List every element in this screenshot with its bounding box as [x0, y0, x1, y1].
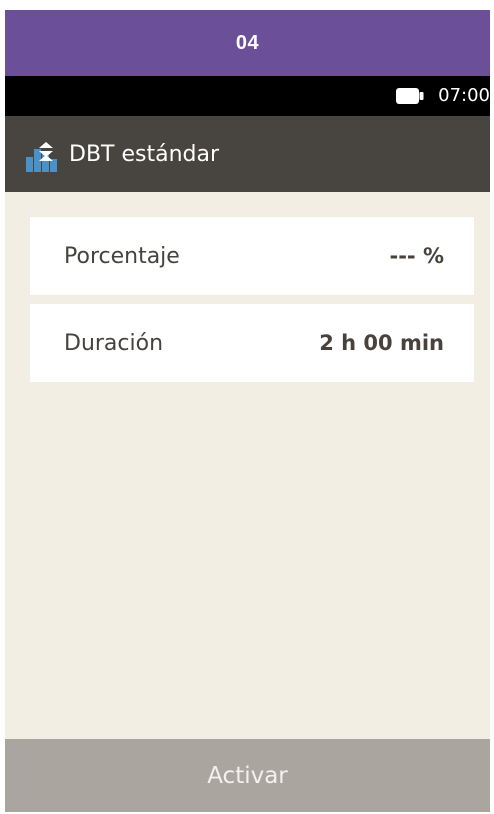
activate-button-label: Activar — [207, 762, 288, 789]
device-screen: 04 07:00 DBT estándar Porcentaje --- % D… — [5, 10, 490, 812]
setting-value: --- % — [389, 244, 445, 268]
setting-label: Porcentaje — [64, 243, 180, 269]
title-bar: DBT estándar — [5, 116, 490, 192]
setting-row-duration[interactable]: Duración 2 h 00 min — [30, 304, 474, 382]
clock: 07:00 — [438, 85, 490, 106]
setting-row-percentage[interactable]: Porcentaje --- % — [30, 217, 474, 295]
page-title: DBT estándar — [69, 142, 220, 167]
settings-list: Porcentaje --- % Duración 2 h 00 min — [30, 217, 474, 382]
basal-rate-icon — [26, 140, 58, 172]
setting-value: 2 h 00 min — [319, 331, 444, 355]
step-number: 04 — [235, 31, 260, 54]
status-bar: 07:00 — [5, 76, 490, 116]
step-header: 04 — [5, 10, 490, 76]
battery-full-icon — [395, 87, 425, 105]
activate-button[interactable]: Activar — [5, 739, 490, 812]
setting-label: Duración — [64, 330, 164, 356]
